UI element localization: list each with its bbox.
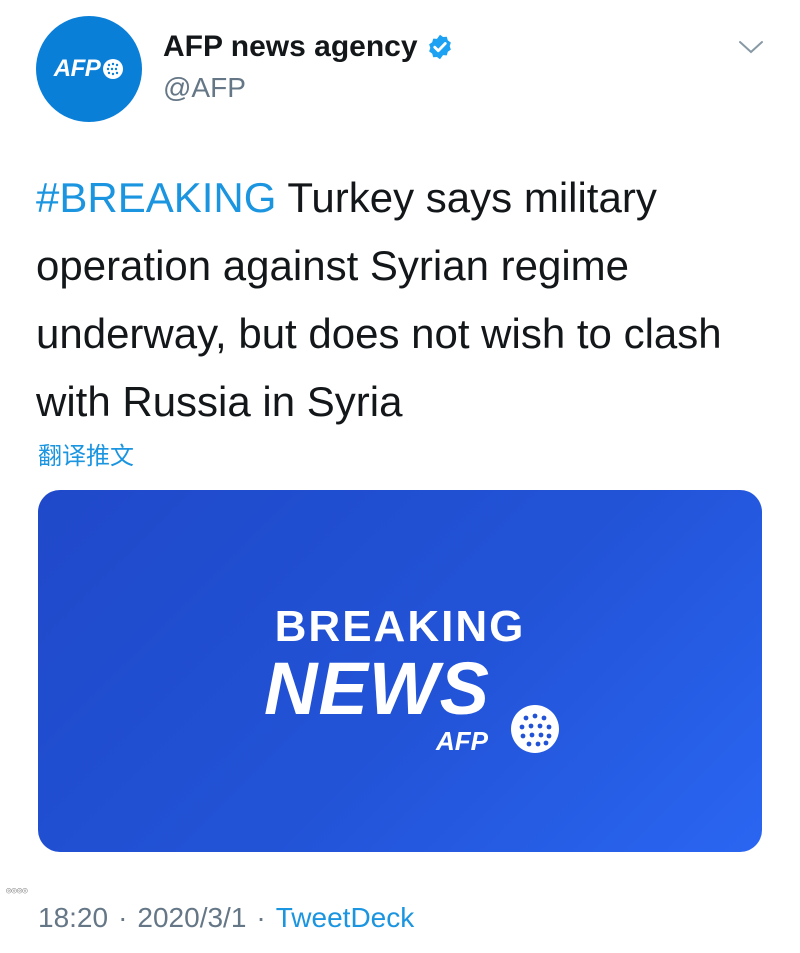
globe-icon — [103, 59, 124, 79]
user-handle[interactable]: @AFP — [163, 72, 246, 104]
globe-icon — [511, 705, 559, 753]
chevron-down-icon[interactable] — [736, 36, 766, 58]
hashtag-link[interactable]: #BREAKING — [36, 174, 276, 221]
meta-separator: · — [118, 902, 128, 933]
source-link[interactable]: TweetDeck — [276, 902, 415, 933]
name-row: AFP news agency — [163, 30, 454, 64]
watermark-mark: ◎◎◎◎ — [6, 886, 28, 896]
tweet-time[interactable]: 18:20 — [38, 902, 108, 933]
verified-badge-icon — [428, 34, 451, 60]
tweet-text: #BREAKING Turkey says military operation… — [36, 164, 756, 436]
media-image[interactable]: BREAKING NEWS AFP — [38, 490, 762, 852]
media-news-text: NEWS — [264, 647, 490, 730]
meta-separator: · — [256, 902, 266, 933]
media-brand-text: AFP — [436, 726, 488, 756]
tweet-meta: 18:20 · 2020/3/1 · TweetDeck — [38, 902, 414, 934]
tweet-header: AFP AFP news agency @AFP — [36, 16, 776, 126]
translate-tweet-link[interactable]: 翻译推文 — [38, 436, 134, 471]
avatar[interactable]: AFP — [36, 16, 142, 122]
media-breaking-text: BREAKING — [274, 602, 526, 651]
avatar-logo-text: AFP — [53, 55, 101, 82]
tweet-date[interactable]: 2020/3/1 — [137, 902, 246, 933]
display-name[interactable]: AFP news agency — [163, 30, 418, 64]
